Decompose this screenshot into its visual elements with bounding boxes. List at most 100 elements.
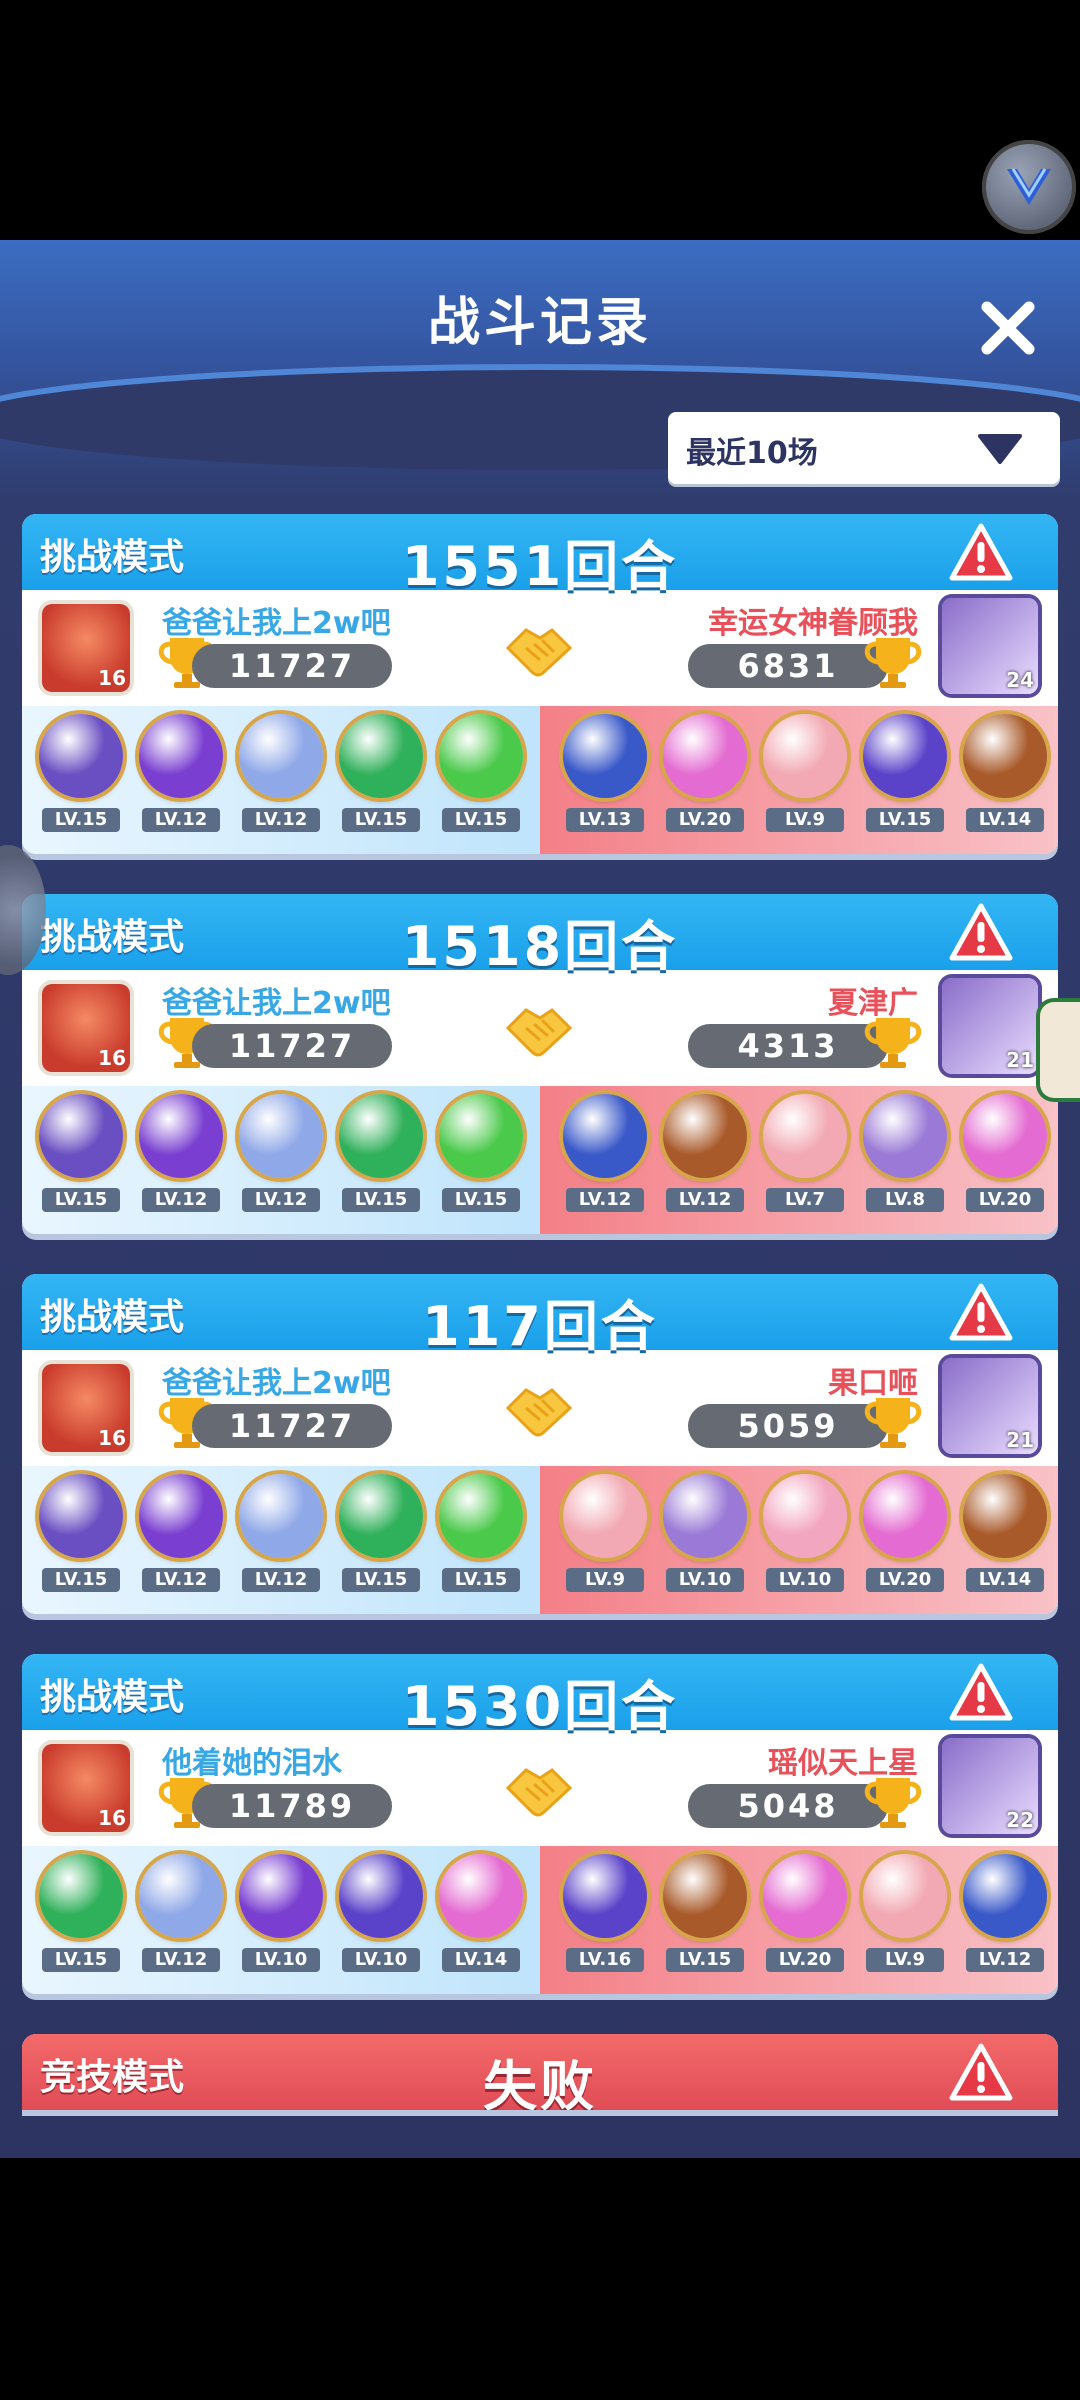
report-warning-icon[interactable] [948, 902, 1014, 962]
player-pet[interactable]: LV.15 [436, 1094, 526, 1212]
opponent-pet[interactable]: LV.16 [560, 1854, 650, 1972]
opponent-avatar[interactable]: 24 [942, 598, 1038, 694]
pet-orb-icon [339, 1854, 423, 1938]
opponent-pet[interactable]: LV.9 [760, 714, 850, 832]
report-warning-icon[interactable] [948, 2042, 1014, 2102]
battle-record-card[interactable]: 挑战模式 1551回合 16 爸爸让我上2w吧 11727 幸运女神眷顾我 68… [22, 514, 1058, 854]
opponent-pet[interactable]: LV.14 [960, 1474, 1050, 1592]
team-lineup: LV.15 LV.12 LV.12 LV.15 LV.15 LV.9 LV.10 LV.10 L… [22, 1466, 1058, 1614]
opponent-pet[interactable]: LV.20 [660, 714, 750, 832]
pet-orb-icon [39, 1854, 123, 1938]
player-pet[interactable]: LV.12 [136, 1094, 226, 1212]
player-pet[interactable]: LV.10 [336, 1854, 426, 1972]
pet-orb-icon [439, 1854, 523, 1938]
opponent-pet[interactable]: LV.10 [760, 1474, 850, 1592]
player-pet[interactable]: LV.15 [336, 714, 426, 832]
opponent-pet[interactable]: LV.12 [660, 1094, 750, 1212]
player-pet[interactable]: LV.12 [236, 714, 326, 832]
pet-level: LV.12 [566, 1188, 644, 1212]
pet-level: LV.12 [242, 1568, 320, 1592]
opponent-pet[interactable]: LV.7 [760, 1094, 850, 1212]
opponent-pet[interactable]: LV.12 [560, 1094, 650, 1212]
pet-level: LV.10 [342, 1948, 420, 1972]
pet-orb-icon [339, 1474, 423, 1558]
opponent-pet[interactable]: LV.20 [760, 1854, 850, 1972]
opponent-pet[interactable]: LV.9 [560, 1474, 650, 1592]
opponent-pet[interactable]: LV.12 [960, 1854, 1050, 1972]
card-header: 挑战模式 1518回合 [22, 894, 1058, 978]
pet-level: LV.14 [442, 1948, 520, 1972]
pet-orb-icon [139, 1474, 223, 1558]
pet-level: LV.10 [242, 1948, 320, 1972]
opponent-pet[interactable]: LV.8 [860, 1094, 950, 1212]
pet-orb-icon [439, 714, 523, 798]
opponent-pet[interactable]: LV.15 [860, 714, 950, 832]
opponent-pet[interactable]: LV.10 [660, 1474, 750, 1592]
player-avatar[interactable]: 16 [42, 1364, 130, 1452]
filter-selected-value: 最近10场 [686, 436, 818, 471]
pet-orb-icon [663, 1094, 747, 1178]
pet-orb-icon [663, 1854, 747, 1938]
side-avatar-peek[interactable] [1040, 1002, 1080, 1098]
pet-level: LV.13 [566, 808, 644, 832]
report-warning-icon[interactable] [948, 1282, 1014, 1342]
pet-orb-icon [663, 714, 747, 798]
player-level: 16 [98, 1426, 126, 1450]
player-avatar[interactable]: 16 [42, 1744, 130, 1832]
pet-orb-icon [139, 714, 223, 798]
player-pet[interactable]: LV.12 [136, 714, 226, 832]
handshake-icon [505, 1768, 573, 1817]
pet-level: LV.12 [666, 1188, 744, 1212]
player-pet[interactable]: LV.15 [36, 714, 126, 832]
opponent-pet[interactable]: LV.20 [860, 1474, 950, 1592]
close-icon[interactable] [975, 295, 1041, 361]
battle-result: 1530回合 [401, 1675, 679, 1738]
report-warning-icon[interactable] [948, 1662, 1014, 1722]
opponent-pet[interactable]: LV.20 [960, 1094, 1050, 1212]
player-pet[interactable]: LV.15 [336, 1094, 426, 1212]
opponent-pet[interactable]: LV.14 [960, 714, 1050, 832]
report-warning-icon[interactable] [948, 522, 1014, 582]
trophy-icon [864, 1398, 922, 1448]
page-title: 战斗记录 [427, 293, 652, 353]
player-pet[interactable]: LV.12 [136, 1854, 226, 1972]
handshake-icon [505, 628, 573, 677]
card-header: 竞技模式 失败 [22, 2034, 1058, 2110]
pet-level: LV.15 [342, 808, 420, 832]
player-pet[interactable]: LV.15 [36, 1094, 126, 1212]
player-pet[interactable]: LV.12 [236, 1094, 326, 1212]
pet-level: LV.15 [342, 1568, 420, 1592]
opponent-pet[interactable]: LV.13 [560, 714, 650, 832]
battle-record-card[interactable]: 竞技模式 失败 [22, 2034, 1058, 2110]
battle-record-card[interactable]: 挑战模式 1530回合 16 他着她的泪水 11789 瑶似天上星 5048 2… [22, 1654, 1058, 1994]
opponent-avatar[interactable]: 21 [942, 978, 1038, 1074]
player-pet[interactable]: LV.12 [236, 1474, 326, 1592]
player-pet[interactable]: LV.14 [436, 1854, 526, 1972]
player-avatar[interactable]: 16 [42, 984, 130, 1072]
player-avatar[interactable]: 16 [42, 604, 130, 692]
player-pet[interactable]: LV.12 [136, 1474, 226, 1592]
player-pet[interactable]: LV.15 [36, 1854, 126, 1972]
opponent-pet[interactable]: LV.9 [860, 1854, 950, 1972]
match-filter-dropdown[interactable]: 最近10场 [668, 412, 1060, 484]
card-header: 挑战模式 1551回合 [22, 514, 1058, 598]
opponent-level: 24 [1006, 668, 1034, 692]
battle-record-card[interactable]: 挑战模式 1518回合 16 爸爸让我上2w吧 11727 夏津广 4313 2… [22, 894, 1058, 1234]
floating-assistant-button[interactable] [982, 140, 1076, 234]
pet-level: LV.20 [766, 1948, 844, 1972]
battle-record-card[interactable]: 挑战模式 117回合 16 爸爸让我上2w吧 11727 果口咂 5059 21… [22, 1274, 1058, 1614]
pet-orb-icon [663, 1474, 747, 1558]
pet-orb-icon [439, 1474, 523, 1558]
opponent-pet[interactable]: LV.15 [660, 1854, 750, 1972]
pet-level: LV.12 [142, 1568, 220, 1592]
opponent-avatar[interactable]: 21 [942, 1358, 1038, 1454]
pet-level: LV.20 [866, 1568, 944, 1592]
player-pet[interactable]: LV.10 [236, 1854, 326, 1972]
player-pet[interactable]: LV.15 [436, 1474, 526, 1592]
trophy-icon [864, 1778, 922, 1828]
pet-level: LV.15 [342, 1188, 420, 1212]
player-pet[interactable]: LV.15 [436, 714, 526, 832]
opponent-avatar[interactable]: 22 [942, 1738, 1038, 1834]
player-pet[interactable]: LV.15 [336, 1474, 426, 1592]
player-pet[interactable]: LV.15 [36, 1474, 126, 1592]
